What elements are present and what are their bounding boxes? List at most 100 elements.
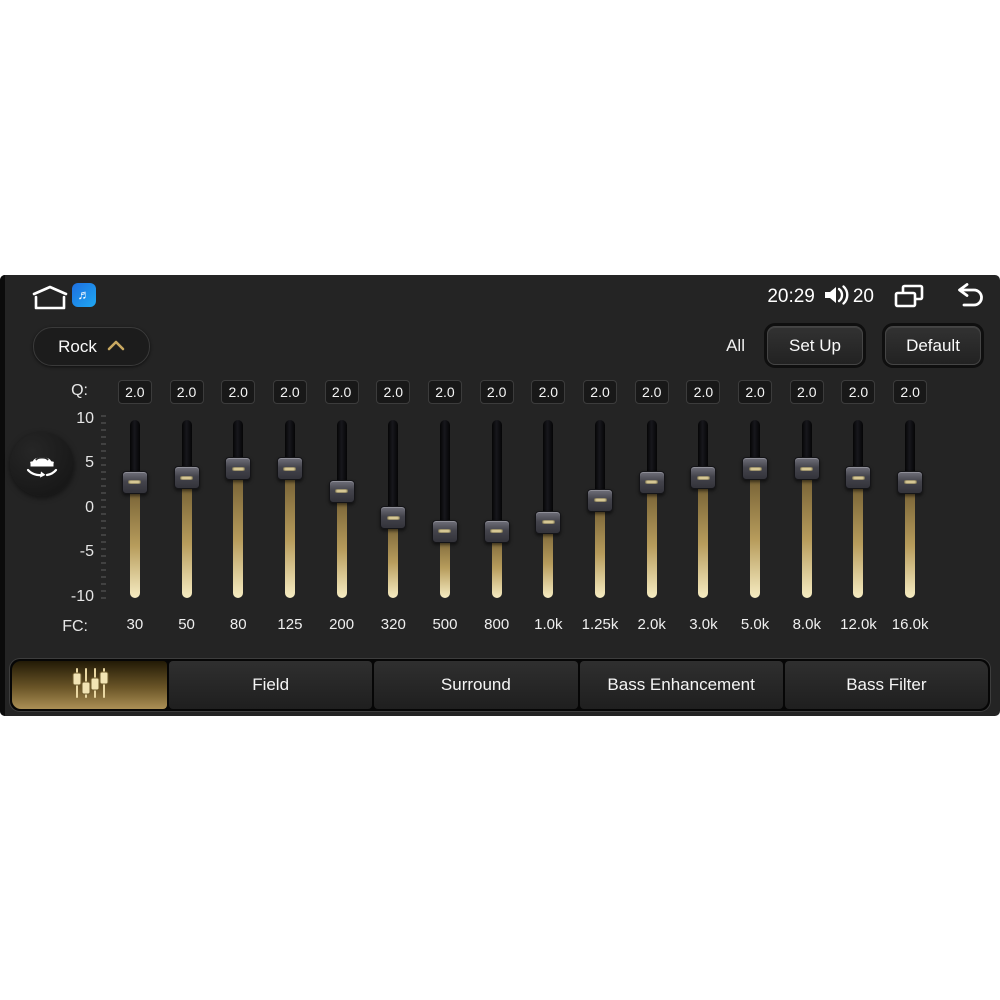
default-button[interactable]: Default xyxy=(885,326,981,365)
equalizer-screen: ♬ 20:29 20 Rock All Set Up Default Q: FC… xyxy=(0,275,1000,716)
q-value-badge[interactable]: 2.0 xyxy=(427,380,462,404)
slider-thumb[interactable] xyxy=(173,466,200,490)
q-value-badge[interactable]: 2.0 xyxy=(376,380,411,404)
db-tick-label: -10 xyxy=(70,588,94,605)
eq-band-column: 2.0 200 xyxy=(316,380,368,650)
eq-band-column: 2.0 800 xyxy=(471,380,523,650)
slider-thumb[interactable] xyxy=(845,466,872,490)
eq-band-column: 2.0 12.0k xyxy=(833,380,885,650)
slider-rail-upper xyxy=(439,420,450,532)
slider-rail-upper xyxy=(543,420,554,523)
gain-slider[interactable] xyxy=(638,420,665,598)
q-value-badge[interactable]: 2.0 xyxy=(531,380,566,404)
slider-thumb[interactable] xyxy=(431,519,458,543)
tab-bass-filter[interactable]: Bass Filter xyxy=(784,661,988,709)
equalizer-sliders-icon xyxy=(69,666,111,705)
q-value: 2.0 xyxy=(693,384,714,400)
q-value-badge[interactable]: 2.0 xyxy=(117,380,152,404)
back-button[interactable] xyxy=(952,282,986,311)
gain-slider[interactable] xyxy=(276,420,303,598)
q-value-badge[interactable]: 2.0 xyxy=(789,380,824,404)
gain-slider[interactable] xyxy=(328,420,355,598)
slider-rail-lower xyxy=(698,477,709,598)
gain-slider[interactable] xyxy=(431,420,458,598)
slider-thumb[interactable] xyxy=(121,470,148,494)
slider-thumb[interactable] xyxy=(690,466,717,490)
frequency-label: 1.0k xyxy=(534,616,563,633)
all-label[interactable]: All xyxy=(726,336,745,356)
q-value: 2.0 xyxy=(641,384,662,400)
q-value-badge[interactable]: 2.0 xyxy=(583,380,618,404)
eq-band-column: 2.0 8.0k xyxy=(781,380,833,650)
q-value-badge[interactable]: 2.0 xyxy=(169,380,204,404)
slider-thumb[interactable] xyxy=(380,506,407,530)
gain-slider[interactable] xyxy=(742,420,769,598)
gain-slider[interactable] xyxy=(380,420,407,598)
slider-thumb[interactable] xyxy=(535,510,562,534)
q-value-badge[interactable]: 2.0 xyxy=(893,380,928,404)
eq-band-column: 2.0 125 xyxy=(264,380,316,650)
slider-thumb[interactable] xyxy=(276,457,303,481)
sound-stage-button[interactable] xyxy=(10,432,74,496)
q-value-badge[interactable]: 2.0 xyxy=(479,380,514,404)
gain-slider[interactable] xyxy=(535,420,562,598)
header-actions: All Set Up Default xyxy=(726,326,981,365)
slider-rail-lower xyxy=(129,482,140,598)
db-tick-label: 10 xyxy=(76,410,94,427)
frequency-label: 50 xyxy=(178,616,195,633)
frequency-label: 125 xyxy=(277,616,303,633)
slider-thumb[interactable] xyxy=(897,470,924,494)
gain-slider[interactable] xyxy=(897,420,924,598)
q-value: 2.0 xyxy=(125,384,145,400)
frequency-label: 16.0k xyxy=(891,616,929,633)
slider-rail-lower xyxy=(388,517,399,598)
q-value-badge[interactable]: 2.0 xyxy=(324,380,359,404)
q-value-badge[interactable]: 2.0 xyxy=(221,380,256,404)
gain-slider[interactable] xyxy=(845,420,872,598)
slider-thumb[interactable] xyxy=(742,457,769,481)
slider-thumb[interactable] xyxy=(587,488,614,512)
frequency-label: 80 xyxy=(229,616,247,633)
q-value-badge[interactable]: 2.0 xyxy=(841,380,876,404)
q-value-badge[interactable]: 2.0 xyxy=(634,380,669,404)
eq-band-column: 2.0 16.0k xyxy=(884,380,936,650)
gain-slider[interactable] xyxy=(225,420,252,598)
gain-slider[interactable] xyxy=(483,420,510,598)
q-value: 2.0 xyxy=(435,384,455,400)
slider-thumb[interactable] xyxy=(638,470,665,494)
tab-equalizer-active[interactable] xyxy=(12,661,167,709)
q-value: 2.0 xyxy=(486,384,507,400)
gain-slider[interactable] xyxy=(173,420,200,598)
frequency-label: 200 xyxy=(329,616,355,633)
recent-apps-button[interactable] xyxy=(892,283,926,311)
q-value-badge[interactable]: 2.0 xyxy=(272,380,307,404)
gain-slider[interactable] xyxy=(587,420,614,598)
eq-bands: 2.0 30 2.0 50 2.0 80 2.0 125 2.0 200 2.0… xyxy=(109,380,936,650)
q-value-badge[interactable]: 2.0 xyxy=(686,380,721,404)
slider-thumb[interactable] xyxy=(225,457,252,481)
slider-thumb[interactable] xyxy=(483,519,510,543)
slider-rail-lower xyxy=(284,468,295,598)
slider-thumb[interactable] xyxy=(793,457,820,481)
tab-surround[interactable]: Surround xyxy=(374,661,578,709)
q-value: 2.0 xyxy=(797,384,817,400)
slider-rail-lower xyxy=(336,491,347,598)
tab-field[interactable]: Field xyxy=(169,661,373,709)
clock: 20:29 xyxy=(767,286,815,307)
db-tick-label: -5 xyxy=(79,543,94,560)
slider-rail-lower xyxy=(233,468,244,598)
slider-thumb[interactable] xyxy=(328,479,355,503)
q-value-badge[interactable]: 2.0 xyxy=(738,380,773,404)
gain-slider[interactable] xyxy=(793,420,820,598)
tab-bass-enhancement[interactable]: Bass Enhancement xyxy=(579,661,783,709)
eq-band-column: 2.0 1.25k xyxy=(574,380,626,650)
eq-band-column: 2.0 5.0k xyxy=(729,380,781,650)
frequency-label: 320 xyxy=(380,616,406,633)
tick-ruler xyxy=(101,415,106,601)
eq-band-column: 2.0 2.0k xyxy=(626,380,678,650)
gain-slider[interactable] xyxy=(690,420,717,598)
q-value: 2.0 xyxy=(228,384,248,400)
slider-rail-lower xyxy=(750,468,761,598)
gain-slider[interactable] xyxy=(121,420,148,598)
set-up-button[interactable]: Set Up xyxy=(767,326,863,365)
